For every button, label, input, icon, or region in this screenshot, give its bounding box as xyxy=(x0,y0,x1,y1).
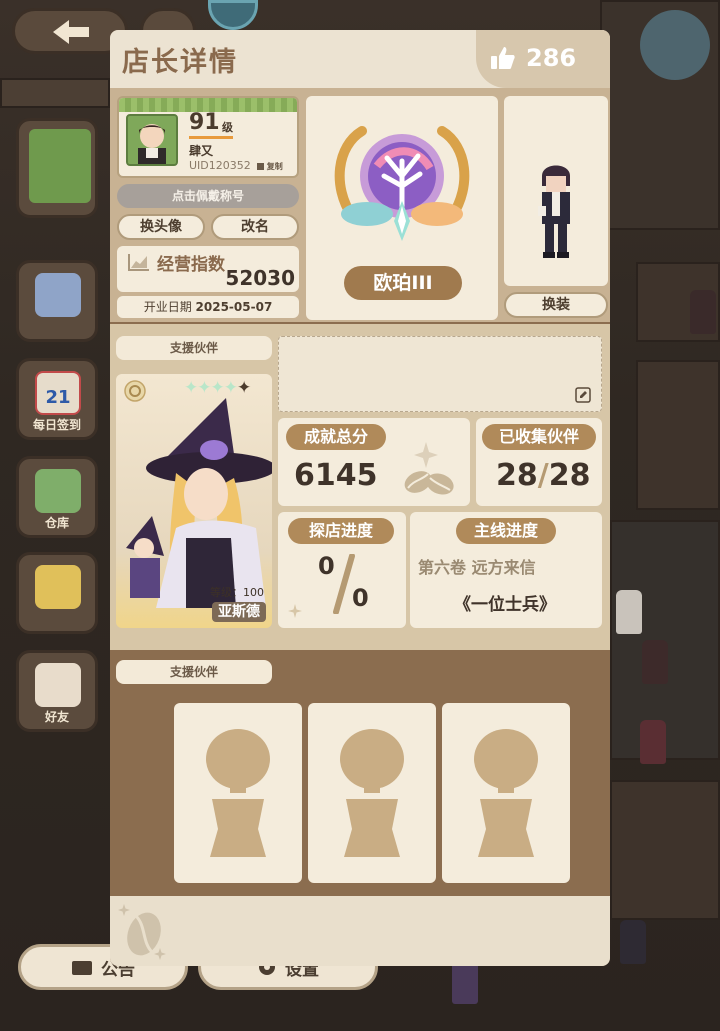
outfit-preview xyxy=(504,96,608,286)
explore-total: 0 xyxy=(352,584,369,612)
calendar-day: 21 xyxy=(45,387,71,408)
change-avatar-button[interactable]: 换头像 xyxy=(117,214,205,240)
daily-checkin-button[interactable]: 21 每日签到 xyxy=(16,358,98,440)
main-story-chapter: 《一位士兵》 xyxy=(454,595,556,615)
edit-icon[interactable] xyxy=(575,387,591,403)
level-progress-bar xyxy=(189,136,233,139)
player-avatar-button[interactable] xyxy=(16,118,98,218)
achievement-value: 6145 xyxy=(294,458,378,493)
support-partner-tab-2: 支援伙伴 xyxy=(116,660,272,684)
partner-level: 等级：100 xyxy=(210,584,264,600)
rank-name: 欧珀III xyxy=(344,266,462,300)
thumbs-up-icon xyxy=(491,47,515,69)
open-date: 开业日期 2025-05-07 xyxy=(117,296,299,318)
empty-slot-silhouette-icon xyxy=(474,729,538,857)
coffee-beans-icon xyxy=(404,442,454,495)
player-nickname: 肆又 xyxy=(189,144,214,158)
explore-progress-card: 探店进度 0 0 xyxy=(278,512,406,628)
main-story-volume: 第六卷 远方来信 xyxy=(418,558,536,577)
partner-level-label: 等级： xyxy=(210,586,243,599)
change-outfit-button[interactable]: 换装 xyxy=(504,292,608,318)
player-avatar[interactable] xyxy=(126,114,178,166)
friends-button[interactable]: 好友 xyxy=(16,650,98,732)
copy-uid-label: 复制 xyxy=(266,162,283,171)
achievement-card: 成就总分 6145 xyxy=(278,418,470,506)
collected-separator: / xyxy=(537,458,549,493)
main-story-card: 主线进度 第六卷 远方来信 《一位士兵》 xyxy=(410,512,602,628)
wear-title-button[interactable]: 点击佩戴称号 xyxy=(117,184,299,208)
character-sprite-icon xyxy=(538,165,570,258)
partner-level-value: 100 xyxy=(243,586,264,599)
support-partner-card[interactable]: ✦✦✦✦✦ 等级：100 亚斯德 xyxy=(116,374,272,628)
modal-header: 店长详情 286 xyxy=(110,30,610,88)
business-index-value: 52030 xyxy=(225,266,295,290)
collected-have: 28 xyxy=(496,458,538,493)
player-portrait-icon xyxy=(128,116,176,164)
back-arrow-icon xyxy=(53,20,89,44)
event-button[interactable] xyxy=(16,552,98,634)
player-level-unit: 级 xyxy=(222,121,233,134)
empty-partner-slot[interactable] xyxy=(308,703,436,883)
collected-partners-label: 已收集伙伴 xyxy=(482,424,596,450)
explore-progress-label: 探店进度 xyxy=(288,518,394,544)
empty-slot-silhouette-icon xyxy=(340,729,404,857)
open-date-value: 2025-05-07 xyxy=(195,300,273,314)
support-slots-section: 支援伙伴 xyxy=(110,650,610,896)
modal-title: 店长详情 xyxy=(122,47,238,78)
collected-partners-card: 已收集伙伴 28/28 xyxy=(476,418,602,506)
business-index-card: 经营指数 52030 xyxy=(117,246,299,292)
support-stats-section: 支援伙伴 ✦✦✦✦✦ 等级：100 亚斯德 成就总分 6145 已收集伙伴 28… xyxy=(110,324,610,650)
warehouse-label: 仓库 xyxy=(44,516,69,530)
empty-partner-slot[interactable] xyxy=(174,703,302,883)
profile-card: 91 级 肆又 UID120352 复制 xyxy=(117,96,299,178)
chart-icon xyxy=(128,254,149,271)
star-icon: ✦ xyxy=(197,378,211,398)
partner-name: 亚斯德 xyxy=(212,602,266,622)
calendar-icon: 21 xyxy=(35,371,81,415)
star-icon: ✦ xyxy=(223,378,238,398)
open-date-label: 开业日期 xyxy=(143,300,192,314)
shop-owner-detail-modal: 店长详情 286 91 级 肆又 UID120352 复制 点击佩戴称号 换头像… xyxy=(110,30,610,966)
sparkle-icon xyxy=(288,604,302,618)
warehouse-icon xyxy=(35,469,81,513)
empty-slot-silhouette-icon xyxy=(206,729,270,857)
warehouse-button[interactable]: 仓库 xyxy=(16,456,98,538)
modal-footer xyxy=(110,896,610,966)
signature-box[interactable] xyxy=(278,336,602,412)
rank-card[interactable]: 欧珀III xyxy=(306,96,498,320)
mailbox-icon xyxy=(35,273,81,317)
star-icon: ✦ xyxy=(184,378,198,398)
collected-partners-value: 28/28 xyxy=(496,458,590,493)
world-map-icon[interactable] xyxy=(640,10,710,80)
profile-section: 91 级 肆又 UID120352 复制 点击佩戴称号 换头像 改名 经营指数 … xyxy=(110,88,610,322)
announcement-icon xyxy=(72,961,92,975)
player-level: 91 xyxy=(189,110,220,135)
copy-uid-button[interactable]: 复制 xyxy=(257,161,283,172)
business-index-label: 经营指数 xyxy=(157,255,225,275)
cats-icon xyxy=(35,663,81,707)
coffee-bean-icon xyxy=(118,904,166,960)
party-popper-icon xyxy=(35,565,81,609)
collected-total: 28 xyxy=(548,458,591,493)
achievement-label: 成就总分 xyxy=(286,424,386,450)
star-dark-icon: ✦ xyxy=(237,378,251,398)
friends-label: 好友 xyxy=(44,710,69,724)
main-story-label: 主线进度 xyxy=(456,518,556,544)
opal-rank-emblem-icon xyxy=(334,126,470,241)
support-partner-tab: 支援伙伴 xyxy=(116,336,272,360)
daily-checkin-label: 每日签到 xyxy=(32,418,81,432)
rename-button[interactable]: 改名 xyxy=(211,214,299,240)
like-count: 286 xyxy=(526,44,577,72)
copy-icon xyxy=(257,163,264,170)
empty-partner-slot[interactable] xyxy=(442,703,570,883)
mailbox-button[interactable] xyxy=(16,260,98,342)
like-button[interactable]: 286 xyxy=(476,30,610,88)
star-icon: ✦ xyxy=(210,378,225,398)
player-avatar-icon xyxy=(29,129,91,203)
player-uid: UID120352 xyxy=(189,159,251,172)
partner-stars: ✦✦✦✦✦ xyxy=(184,378,251,398)
